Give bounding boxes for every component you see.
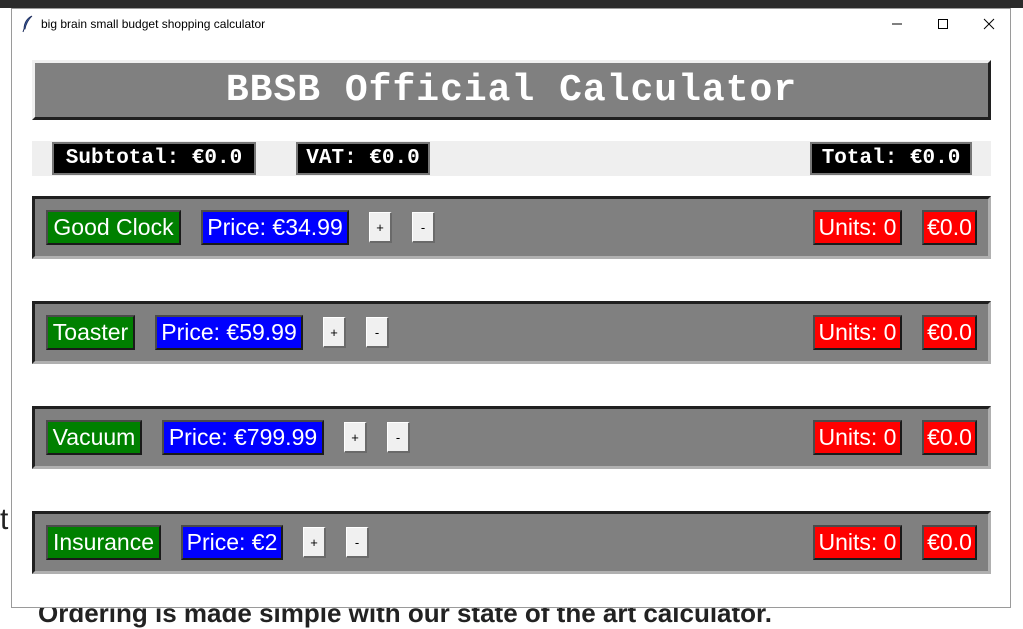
line-cost-display: €0.0 [922,210,977,245]
increment-button[interactable]: + [303,527,326,558]
units-display: Units: 0 [813,525,902,560]
product-price: Price: €59.99 [155,315,303,350]
product-row-good-clock: Good Clock Price: €34.99 + - Units: 0 €0… [32,196,991,259]
calculator-header: BBSB Official Calculator [32,60,991,120]
title-bar[interactable]: big brain small budget shopping calculat… [12,9,1010,39]
desktop-strip [0,0,1023,8]
product-name: Vacuum [46,420,142,455]
decrement-button[interactable]: - [412,212,435,243]
units-display: Units: 0 [813,420,902,455]
decrement-button[interactable]: - [346,527,369,558]
minimize-button[interactable] [874,9,920,39]
product-price: Price: €799.99 [162,420,324,455]
product-name: Good Clock [46,210,181,245]
increment-button[interactable]: + [369,212,392,243]
close-icon [983,18,995,30]
total-display: Total: €0.0 [810,142,972,175]
line-cost-display: €0.0 [922,315,977,350]
line-cost-display: €0.0 [922,525,977,560]
vat-display: VAT: €0.0 [296,142,430,175]
product-price: Price: €34.99 [201,210,349,245]
summary-bar: Subtotal: €0.0 VAT: €0.0 Total: €0.0 [32,141,991,176]
units-display: Units: 0 [813,315,902,350]
product-name: Insurance [46,525,161,560]
subtotal-display: Subtotal: €0.0 [52,142,256,175]
maximize-icon [938,19,948,29]
decrement-button[interactable]: - [366,317,389,348]
product-row-toaster: Toaster Price: €59.99 + - Units: 0 €0.0 [32,301,991,364]
units-display: Units: 0 [813,210,902,245]
background-text-fragment: t [0,503,9,536]
increment-button[interactable]: + [323,317,346,348]
app-window: big brain small budget shopping calculat… [11,8,1011,608]
close-button[interactable] [966,9,1010,39]
page-title: BBSB Official Calculator [225,68,798,112]
product-name: Toaster [46,315,135,350]
maximize-button[interactable] [920,9,966,39]
minimize-icon [892,23,902,25]
product-row-vacuum: Vacuum Price: €799.99 + - Units: 0 €0.0 [32,406,991,469]
feather-icon [22,15,33,33]
line-cost-display: €0.0 [922,420,977,455]
product-row-insurance: Insurance Price: €2 + - Units: 0 €0.0 [32,511,991,574]
product-price: Price: €2 [181,525,283,560]
decrement-button[interactable]: - [387,422,410,453]
increment-button[interactable]: + [344,422,367,453]
window-title: big brain small budget shopping calculat… [41,17,266,31]
